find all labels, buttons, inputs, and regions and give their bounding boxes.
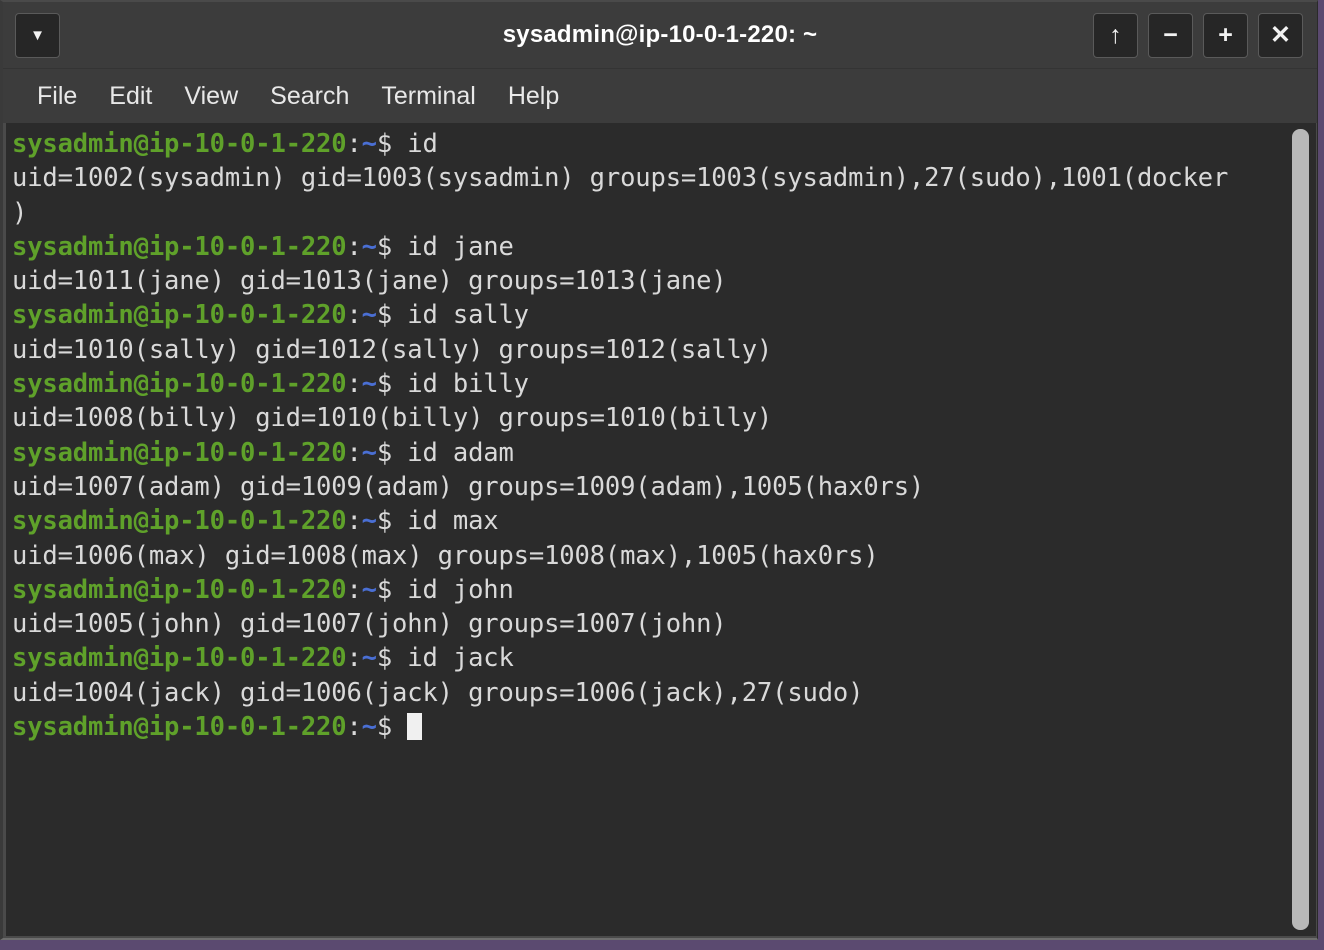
prompt-path: ~: [361, 506, 377, 537]
close-button[interactable]: ✕: [1258, 13, 1303, 58]
output-text: uid=1008(billy) gid=1010(billy) groups=1…: [12, 403, 773, 434]
terminal-output-line: uid=1006(max) gid=1008(max) groups=1008(…: [12, 539, 1284, 573]
prompt-user-host: sysadmin@ip-10-0-1-220: [12, 643, 347, 674]
terminal-scrollbar[interactable]: [1284, 123, 1316, 936]
terminal-screen[interactable]: sysadmin@ip-10-0-1-220:~$ id uid=1002(sys…: [6, 123, 1284, 936]
output-text: uid=1005(john) gid=1007(john) groups=100…: [12, 609, 727, 640]
text-cursor: [407, 713, 423, 741]
command-text: id jane: [392, 231, 514, 262]
prompt-dollar: $: [376, 300, 393, 331]
prompt-colon: :: [346, 129, 362, 159]
prompt-user-host: sysadmin@ip-10-0-1-220: [12, 231, 347, 262]
command-text: id max: [392, 506, 499, 537]
prompt-colon: :: [346, 574, 362, 605]
terminal-body: sysadmin@ip-10-0-1-220:~$ id uid=1002(sys…: [3, 123, 1317, 938]
minimize-button[interactable]: −: [1148, 13, 1193, 58]
window-titlebar[interactable]: ▼ sysadmin@ip-10-0-1-220: ~ ↑ − + ✕: [3, 2, 1317, 69]
prompt-path: ~: [361, 369, 377, 400]
menu-item-file[interactable]: File: [21, 78, 93, 115]
terminal-output-line: uid=1007(adam) gid=1009(adam) groups=100…: [12, 470, 1284, 504]
prompt-user-host: sysadmin@ip-10-0-1-220: [12, 712, 347, 743]
prompt-dollar: $: [376, 712, 393, 743]
command-text: [392, 712, 407, 742]
terminal-prompt-line: sysadmin@ip-10-0-1-220:~$ id jack: [12, 641, 1284, 675]
prompt-path: ~: [361, 129, 377, 159]
terminal-prompt-line: sysadmin@ip-10-0-1-220:~$ id billy: [12, 367, 1284, 401]
maximize-button[interactable]: +: [1203, 13, 1248, 58]
terminal-prompt-line: sysadmin@ip-10-0-1-220:~$ id: [12, 127, 1284, 161]
prompt-path: ~: [361, 231, 377, 262]
output-text: uid=1010(sally) gid=1012(sally) groups=1…: [12, 334, 773, 365]
output-text: uid=1002(sysadmin) gid=1003(sysadmin) gr…: [12, 163, 1229, 194]
scrollbar-thumb[interactable]: [1292, 129, 1309, 930]
prompt-colon: :: [346, 643, 362, 674]
menu-item-terminal[interactable]: Terminal: [365, 78, 491, 115]
prompt-user-host: sysadmin@ip-10-0-1-220: [12, 369, 347, 400]
prompt-path: ~: [361, 712, 377, 743]
window-menu-button[interactable]: ▼: [15, 12, 60, 58]
prompt-path: ~: [361, 574, 377, 605]
prompt-colon: :: [346, 231, 362, 262]
prompt-colon: :: [346, 369, 362, 400]
prompt-dollar: $: [376, 437, 393, 468]
prompt-colon: :: [346, 712, 362, 743]
prompt-path: ~: [361, 437, 377, 468]
command-text: id john: [392, 574, 514, 605]
command-text: id jack: [392, 643, 514, 674]
menu-bar: File Edit View Search Terminal Help: [3, 69, 1317, 123]
window-controls: ↑ − + ✕: [1093, 13, 1303, 58]
prompt-user-host: sysadmin@ip-10-0-1-220: [12, 506, 347, 537]
output-text: uid=1004(jack) gid=1006(jack) groups=100…: [12, 677, 864, 708]
command-text: id: [392, 129, 438, 159]
terminal-prompt-line: sysadmin@ip-10-0-1-220:~$ id jane: [12, 230, 1284, 264]
terminal-prompt-line: sysadmin@ip-10-0-1-220:~$ id sally: [12, 298, 1284, 332]
terminal-output-line: uid=1004(jack) gid=1006(jack) groups=100…: [12, 676, 1284, 710]
menu-item-help[interactable]: Help: [492, 78, 575, 115]
terminal-prompt-line: sysadmin@ip-10-0-1-220:~$ id john: [12, 573, 1284, 607]
menu-item-edit[interactable]: Edit: [93, 78, 168, 115]
command-text: id sally: [392, 300, 529, 331]
prompt-user-host: sysadmin@ip-10-0-1-220: [12, 574, 347, 605]
prompt-dollar: $: [376, 231, 393, 262]
prompt-path: ~: [361, 300, 377, 331]
menu-item-view[interactable]: View: [168, 78, 254, 115]
terminal-output-line: uid=1005(john) gid=1007(john) groups=100…: [12, 607, 1284, 641]
terminal-output-line: uid=1002(sysadmin) gid=1003(sysadmin) gr…: [12, 161, 1284, 195]
command-text: id billy: [392, 369, 529, 400]
shade-button[interactable]: ↑: [1093, 13, 1138, 58]
terminal-output-line: uid=1011(jane) gid=1013(jane) groups=101…: [12, 264, 1284, 298]
command-text: id adam: [392, 437, 514, 468]
prompt-path: ~: [361, 643, 377, 674]
prompt-dollar: $: [376, 574, 393, 605]
terminal-window: ▼ sysadmin@ip-10-0-1-220: ~ ↑ − + ✕ File…: [0, 0, 1318, 940]
output-text: uid=1007(adam) gid=1009(adam) groups=100…: [12, 471, 925, 502]
prompt-dollar: $: [376, 506, 393, 537]
prompt-colon: :: [346, 506, 362, 537]
prompt-colon: :: [346, 437, 362, 468]
output-text: ): [12, 197, 28, 228]
prompt-colon: :: [346, 300, 362, 331]
prompt-user-host: sysadmin@ip-10-0-1-220: [12, 300, 347, 331]
terminal-output-line: uid=1008(billy) gid=1010(billy) groups=1…: [12, 401, 1284, 435]
prompt-dollar: $: [376, 643, 393, 674]
menu-item-search[interactable]: Search: [254, 78, 365, 115]
prompt-dollar: $: [376, 129, 393, 159]
terminal-prompt-line: sysadmin@ip-10-0-1-220:~$ id adam: [12, 436, 1284, 470]
output-text: uid=1011(jane) gid=1013(jane) groups=101…: [12, 266, 727, 297]
prompt-user-host: sysadmin@ip-10-0-1-220: [12, 129, 347, 159]
prompt-dollar: $: [376, 369, 393, 400]
output-text: uid=1006(max) gid=1008(max) groups=1008(…: [12, 540, 879, 571]
terminal-output-line: uid=1010(sally) gid=1012(sally) groups=1…: [12, 333, 1284, 367]
prompt-user-host: sysadmin@ip-10-0-1-220: [12, 437, 347, 468]
terminal-prompt-line: sysadmin@ip-10-0-1-220:~$: [12, 710, 1284, 744]
terminal-output-line: ): [12, 196, 1284, 230]
terminal-prompt-line: sysadmin@ip-10-0-1-220:~$ id max: [12, 504, 1284, 538]
